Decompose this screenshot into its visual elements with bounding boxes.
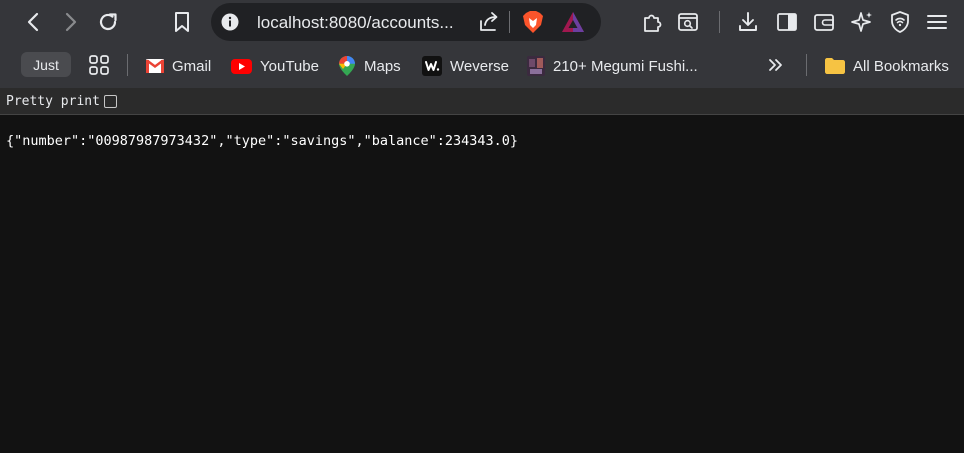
- folder-icon: [825, 57, 845, 75]
- bookmarks-divider-left: [127, 54, 128, 76]
- brave-shields-icon[interactable]: [522, 10, 544, 34]
- address-bar[interactable]: localhost:8080/accounts...: [211, 3, 601, 41]
- pretty-print-checkbox[interactable]: [103, 95, 117, 108]
- urlbar-divider: [509, 11, 510, 33]
- vpn-shield-icon[interactable]: [888, 10, 912, 34]
- bookmark-weverse[interactable]: Weverse: [422, 54, 509, 78]
- pretty-print-toggle[interactable]: Pretty print: [6, 94, 117, 109]
- all-bookmarks-folder[interactable]: All Bookmarks: [825, 54, 949, 78]
- back-arrow-icon[interactable]: [22, 10, 46, 34]
- bookmarks-divider-right: [806, 54, 807, 76]
- gmail-icon: [146, 57, 164, 75]
- tab-group-label: Just: [33, 56, 59, 73]
- bookmark-gmail[interactable]: Gmail: [146, 54, 211, 78]
- bookmark-maps[interactable]: Maps: [338, 54, 401, 78]
- bookmark-page-icon[interactable]: [170, 10, 194, 34]
- all-bookmarks-label: All Bookmarks: [853, 57, 949, 75]
- share-icon[interactable]: [477, 11, 501, 33]
- bookmark-label: Gmail: [172, 57, 212, 75]
- wallet-icon[interactable]: [812, 10, 836, 34]
- youtube-icon: [231, 57, 252, 75]
- json-response-text: {"number":"00987987973432","type":"savin…: [6, 133, 519, 149]
- url-text: localhost:8080/accounts...: [257, 13, 454, 32]
- bookmark-label: Maps: [364, 57, 401, 75]
- reload-icon[interactable]: [96, 10, 120, 34]
- tab-group-button[interactable]: Just: [21, 52, 71, 77]
- leo-ai-sparkle-icon[interactable]: [850, 10, 874, 34]
- bookmark-youtube[interactable]: YouTube: [231, 54, 319, 78]
- extensions-puzzle-icon[interactable]: [641, 10, 665, 34]
- browser-toolbar: localhost:8080/accounts...: [0, 0, 964, 44]
- bookmark-label: YouTube: [260, 57, 319, 75]
- brave-rewards-icon[interactable]: [561, 11, 585, 33]
- bookmark-megumi[interactable]: 210+ Megumi Fushi...: [527, 54, 698, 78]
- megumi-thumbnail-icon: [527, 56, 545, 76]
- site-info-icon[interactable]: [220, 12, 240, 32]
- page-content: [0, 115, 964, 453]
- bookmark-label: 210+ Megumi Fushi...: [553, 57, 698, 75]
- pretty-print-bar: [0, 88, 964, 115]
- page-search-icon[interactable]: [676, 10, 700, 34]
- sidebar-toggle-icon[interactable]: [775, 10, 799, 34]
- forward-arrow-icon[interactable]: [58, 10, 82, 34]
- bookmark-label: Weverse: [450, 57, 509, 75]
- apps-grid-icon[interactable]: [87, 53, 111, 77]
- maps-icon: [338, 56, 356, 76]
- toolbar-divider: [719, 11, 720, 33]
- more-bookmarks-chevron-icon[interactable]: [766, 55, 786, 75]
- download-icon[interactable]: [736, 10, 760, 34]
- weverse-icon: [422, 56, 442, 76]
- main-menu-icon[interactable]: [925, 10, 949, 34]
- pretty-print-label: Pretty print: [6, 94, 100, 109]
